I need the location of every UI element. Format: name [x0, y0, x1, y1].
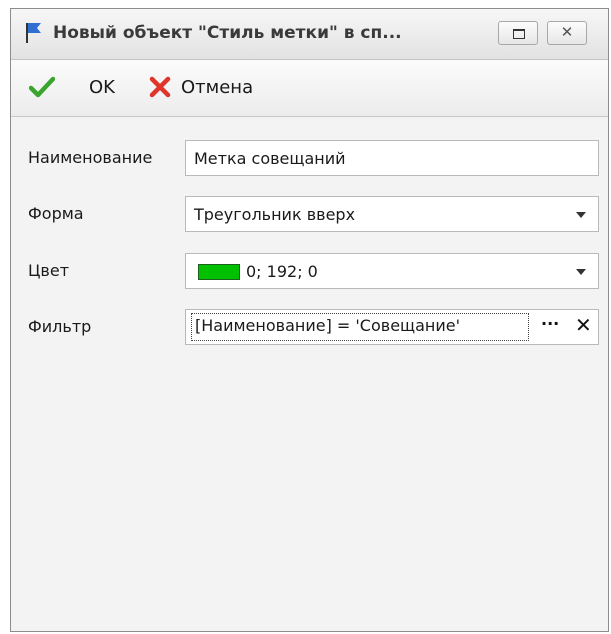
shape-select[interactable]: Треугольник вверх	[185, 196, 599, 232]
flag-icon	[26, 23, 41, 43]
window-title: Новый объект "Стиль метки" в сп...	[53, 23, 402, 43]
toolbar: OK Отмена	[11, 60, 608, 117]
close-button[interactable]: ✕	[547, 21, 587, 45]
ok-label: OK	[89, 77, 115, 98]
filter-value: [Наименование] = 'Совещание'	[195, 316, 461, 335]
ellipsis-icon[interactable]: ···	[541, 314, 559, 333]
maximize-icon	[513, 29, 525, 39]
clear-icon[interactable]: ✕	[575, 313, 592, 337]
maximize-button[interactable]	[498, 21, 538, 45]
color-swatch	[198, 264, 240, 280]
name-value: Метка совещаний	[194, 149, 346, 168]
cancel-button[interactable]: Отмена	[147, 71, 287, 103]
checkmark-icon	[29, 76, 55, 98]
shape-value: Треугольник вверх	[194, 205, 356, 224]
form-panel: Наименование Метка совещаний Форма Треуг…	[11, 117, 608, 631]
shape-label: Форма	[28, 204, 84, 223]
dialog-window: Новый объект "Стиль метки" в сп... ✕ OK …	[10, 8, 609, 632]
ok-button[interactable]: OK	[29, 71, 129, 103]
cross-icon	[149, 76, 171, 98]
chevron-down-icon[interactable]	[576, 212, 586, 218]
filter-label: Фильтр	[28, 317, 92, 336]
filter-input[interactable]: [Наименование] = 'Совещание' ··· ✕	[185, 309, 599, 345]
color-value: 0; 192; 0	[246, 262, 318, 281]
name-label: Наименование	[28, 148, 153, 167]
color-label: Цвет	[28, 261, 70, 280]
chevron-down-icon[interactable]	[576, 269, 586, 275]
color-select[interactable]: 0; 192; 0	[185, 253, 599, 289]
close-icon: ✕	[560, 23, 574, 41]
title-bar[interactable]: Новый объект "Стиль метки" в сп... ✕	[11, 9, 608, 60]
name-input[interactable]: Метка совещаний	[185, 140, 599, 176]
cancel-label: Отмена	[181, 77, 254, 98]
